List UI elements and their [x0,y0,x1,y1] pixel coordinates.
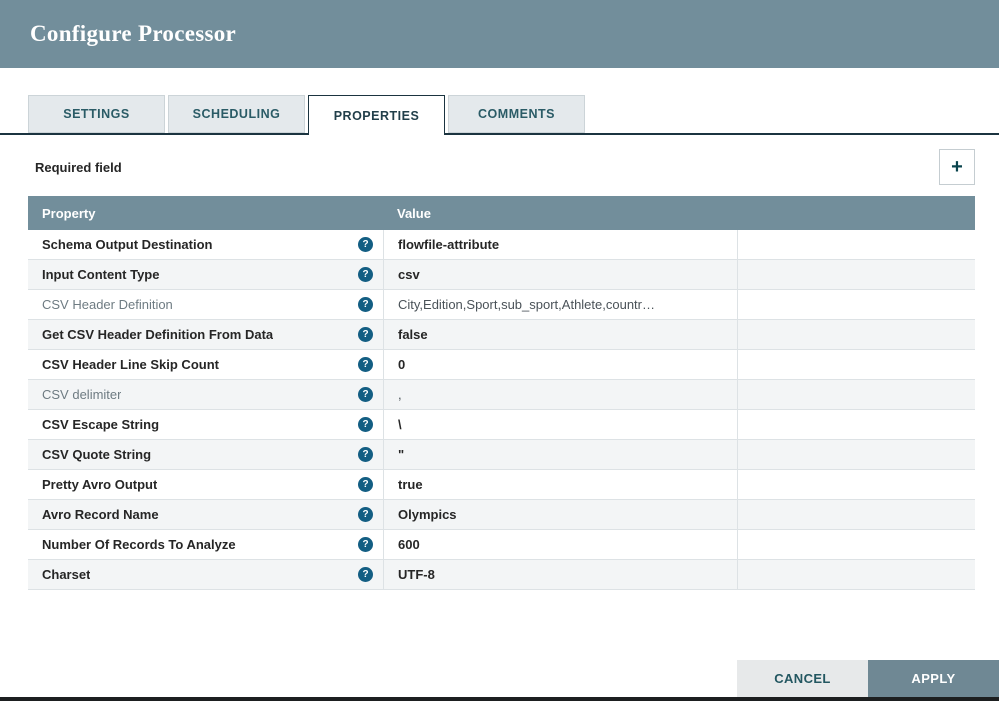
property-name: CSV Quote String [42,447,152,462]
property-cell: CSV Escape String? [28,410,383,439]
table-row: Get CSV Header Definition From Data? fals… [28,320,975,350]
property-cell: Avro Record Name? [28,500,383,529]
dialog-footer: CANCEL APPLY [737,660,999,697]
help-icon[interactable]: ? [358,567,373,582]
property-cell: CSV delimiter? [28,380,383,409]
table-row: CSV Header Line Skip Count? 0 [28,350,975,380]
row-extra-cell [737,290,975,319]
property-name: Schema Output Destination [42,237,213,252]
help-icon[interactable]: ? [358,327,373,342]
property-value[interactable]: csv [383,260,737,289]
properties-toolbar: Required field + [0,135,999,196]
property-name: Get CSV Header Definition From Data [42,327,274,342]
help-icon[interactable]: ? [358,477,373,492]
row-extra-cell [737,320,975,349]
row-extra-cell [737,230,975,259]
dialog-header: Configure Processor [0,0,999,68]
table-row: Avro Record Name? Olympics [28,500,975,530]
help-icon[interactable]: ? [358,297,373,312]
property-cell: CSV Header Definition? [28,290,383,319]
add-property-button[interactable]: + [939,149,975,185]
canvas-bottom-edge [0,697,999,701]
property-value[interactable]: 600 [383,530,737,559]
table-row: CSV delimiter?, [28,380,975,410]
property-name: CSV Header Definition [42,297,173,312]
tab-bar: SETTINGS SCHEDULING PROPERTIES COMMENTS [0,95,999,135]
help-icon[interactable]: ? [358,357,373,372]
table-row: CSV Escape String? \ [28,410,975,440]
tab-settings[interactable]: SETTINGS [28,95,165,133]
dialog-title: Configure Processor [30,21,237,46]
property-value[interactable]: false [383,320,737,349]
property-name: Pretty Avro Output [42,477,158,492]
row-extra-cell [737,410,975,439]
column-header-property: Property [42,205,96,221]
plus-icon: + [951,155,963,178]
property-name: Charset [42,567,91,582]
property-value[interactable]: true [383,470,737,499]
property-value[interactable]: , [383,380,737,409]
help-icon[interactable]: ? [358,447,373,462]
property-cell: Get CSV Header Definition From Data? [28,320,383,349]
tab-scheduling[interactable]: SCHEDULING [168,95,305,133]
table-row: Schema Output Destination? flowfile-attri… [28,230,975,260]
property-value[interactable]: " [383,440,737,469]
property-cell: Pretty Avro Output? [28,470,383,499]
table-row: Charset? UTF-8 [28,560,975,590]
property-table: Property Value Schema Output Destination… [28,196,975,590]
configure-processor-dialog: Configure Processor SETTINGS SCHEDULING … [0,0,999,701]
property-cell: Number Of Records To Analyze? [28,530,383,559]
help-icon[interactable]: ? [358,237,373,252]
column-header-value: Value [397,205,431,221]
tab-comments[interactable]: COMMENTS [448,95,585,133]
property-value[interactable]: Olympics [383,500,737,529]
property-cell: CSV Quote String? [28,440,383,469]
tab-properties[interactable]: PROPERTIES [308,95,445,135]
property-table-body: Schema Output Destination? flowfile-attri… [28,230,975,590]
table-row: CSV Header Definition? City,Edition,Sport… [28,290,975,320]
required-field-label: Required field [35,159,122,175]
help-icon[interactable]: ? [358,537,373,552]
property-value[interactable]: 0 [383,350,737,379]
table-row: CSV Quote String? " [28,440,975,470]
property-name: Number Of Records To Analyze [42,537,236,552]
table-header: Property Value [28,196,975,230]
row-extra-cell [737,470,975,499]
property-cell: Schema Output Destination? [28,230,383,259]
row-extra-cell [737,560,975,589]
row-extra-cell [737,530,975,559]
property-value[interactable]: flowfile-attribute [383,230,737,259]
property-cell: Input Content Type? [28,260,383,289]
property-cell: Charset? [28,560,383,589]
property-value[interactable]: \ [383,410,737,439]
property-name: CSV Header Line Skip Count [42,357,219,372]
property-value[interactable]: City,Edition,Sport,sub_sport,Athlete,cou… [383,290,737,319]
cancel-button[interactable]: CANCEL [737,660,868,697]
help-icon[interactable]: ? [358,387,373,402]
property-name: CSV Escape String [42,417,160,432]
apply-button[interactable]: APPLY [868,660,999,697]
table-row: Input Content Type? csv [28,260,975,290]
table-row: Number Of Records To Analyze? 600 [28,530,975,560]
help-icon[interactable]: ? [358,267,373,282]
row-extra-cell [737,260,975,289]
property-name: CSV delimiter [42,387,122,402]
property-value[interactable]: UTF-8 [383,560,737,589]
property-name: Input Content Type [42,267,160,282]
row-extra-cell [737,440,975,469]
table-row: Pretty Avro Output? true [28,470,975,500]
help-icon[interactable]: ? [358,417,373,432]
row-extra-cell [737,350,975,379]
property-name: Avro Record Name [42,507,159,522]
row-extra-cell [737,500,975,529]
row-extra-cell [737,380,975,409]
property-cell: CSV Header Line Skip Count? [28,350,383,379]
help-icon[interactable]: ? [358,507,373,522]
